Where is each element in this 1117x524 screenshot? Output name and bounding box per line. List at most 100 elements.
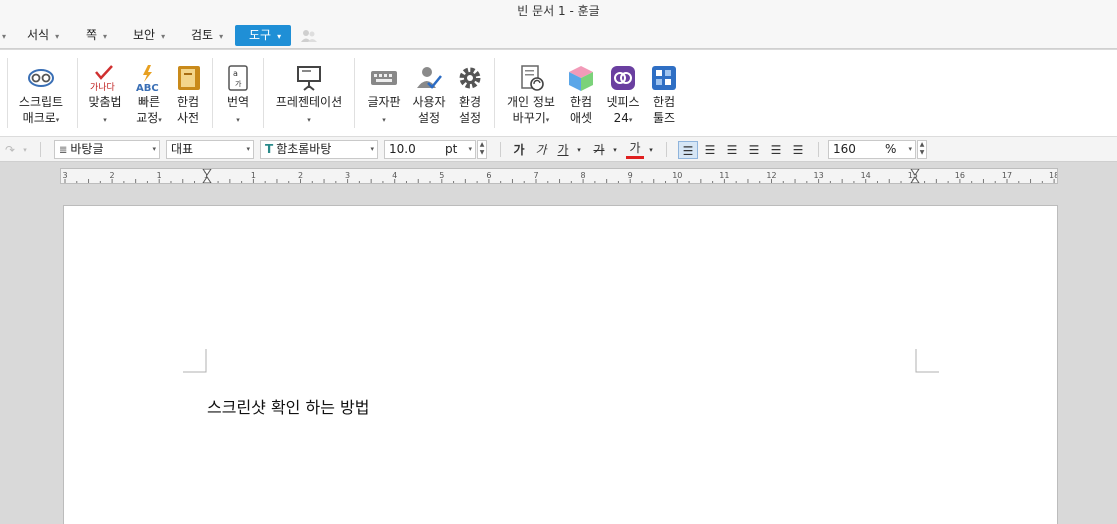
menu-tools[interactable]: 도구 ▾	[235, 25, 291, 46]
hancom-dict-label-2: 사전	[176, 111, 200, 125]
hancom-asset-label-2: 애셋	[569, 111, 593, 125]
font-language-select[interactable]: 대표 ▾	[166, 140, 254, 159]
quick-correct-label-2: 교정	[136, 111, 159, 125]
ruler-label: 7	[533, 171, 538, 180]
keyboard-icon	[371, 71, 397, 85]
ribbon-divider	[494, 58, 495, 128]
chevron-down-icon: ▾	[468, 145, 472, 153]
align-center-icon[interactable]: ☰	[722, 141, 742, 159]
hancom-tools-button[interactable]: 한컴 툴즈	[646, 50, 682, 135]
style-icon: ≣	[59, 145, 68, 156]
title-bar: 빈 문서 1 - 훈글	[0, 0, 1117, 22]
people-icon[interactable]	[301, 29, 317, 43]
align-justify-icon[interactable]: ☰	[678, 141, 698, 159]
translate-button[interactable]: a 가 번역 ▾	[218, 50, 258, 135]
lightning-icon: ABC	[136, 65, 159, 92]
svg-text:ABC: ABC	[136, 83, 159, 92]
menu-tools-label: 도구	[249, 28, 272, 42]
font-size-field[interactable]: 10.0 pt ▾	[384, 140, 476, 159]
ruler-label: 8	[581, 171, 586, 180]
font-size-unit: pt	[445, 142, 458, 156]
hancom-dict-button[interactable]: 한컴 사전	[170, 50, 206, 135]
chevron-down-icon: ▾	[219, 32, 224, 41]
chevron-down-icon: ▾	[246, 145, 250, 153]
ruler-label: 11	[719, 171, 729, 180]
underline-button[interactable]: 가	[554, 141, 572, 159]
menu-review[interactable]: 검토 ▾	[187, 25, 227, 46]
hancom-tools-icon	[652, 66, 676, 90]
presentation-icon	[297, 66, 321, 91]
align-left-icon[interactable]: ☰	[700, 141, 720, 159]
ribbon-divider	[77, 58, 78, 128]
ruler-label: 3	[62, 171, 67, 180]
gear-icon	[459, 67, 481, 89]
underline-dropdown-icon[interactable]: ▾	[574, 141, 584, 159]
align-divide-icon[interactable]: ☰	[788, 141, 808, 159]
privacy-label-2: 바꾸기	[512, 111, 546, 125]
quick-correct-label: 빠른	[137, 95, 161, 109]
script-macro-button[interactable]: 스크립트 매크로▾	[14, 50, 68, 135]
asset-cube-icon	[569, 66, 593, 91]
italic-button[interactable]: 가	[532, 141, 550, 159]
user-settings-button[interactable]: 사용자 설정	[409, 50, 449, 135]
env-settings-label: 환경	[458, 95, 482, 109]
margin-guide-top-left	[183, 349, 207, 373]
menu-format-label: 서식	[27, 28, 50, 42]
hancom-asset-button[interactable]: 한컴애셋	[563, 50, 599, 135]
chevron-down-icon: ▾	[161, 32, 166, 41]
privacy-button[interactable]: 개인 정보 바꾸기▾	[502, 50, 560, 135]
spelling-label: 맞춤법	[88, 95, 122, 109]
strikethrough-dropdown-icon[interactable]: ▾	[610, 141, 620, 159]
ruler-label: 1	[251, 171, 256, 180]
menu-review-label: 검토	[191, 28, 214, 42]
text-color-dropdown-icon[interactable]: ▾	[646, 141, 656, 159]
env-settings-label-2: 설정	[458, 111, 482, 125]
redo-dropdown-icon[interactable]: ▾	[20, 141, 30, 159]
menu-security[interactable]: 보안 ▾	[129, 25, 169, 46]
netffice-label-2: 24	[613, 111, 629, 125]
menu-page[interactable]: 쪽 ▾	[82, 25, 111, 46]
menu-format[interactable]: 서식 ▾	[23, 25, 63, 46]
redo-icon[interactable]: ↷	[2, 141, 18, 159]
ruler-label: 18	[1049, 171, 1057, 180]
dictionary-icon	[178, 66, 200, 90]
align-distribute-icon[interactable]: ☰	[766, 141, 786, 159]
quick-correct-button[interactable]: ABC 빠른 교정▾	[130, 50, 168, 135]
presentation-button[interactable]: 프레젠테이션 ▾	[270, 50, 348, 135]
keyboard-button[interactable]: 글자판 ▾	[364, 50, 404, 135]
hancom-tools-label: 한컴	[652, 95, 676, 109]
format-toolbar: ↷ ▾ ≣ 바탕글 ▾ 대표 ▾ T 함초롬바탕 ▾ 10.0 pt ▾ ▲ ▼ 가 …	[0, 137, 1117, 162]
font-size-stepper[interactable]: ▲ ▼	[477, 140, 487, 159]
ribbon: 스크립트 매크로▾ 가나다 맞춤법 ▾ ABC 빠른 교정▾ 한컴 사전 a 가…	[0, 50, 1117, 137]
text-color-button[interactable]: 가	[626, 141, 644, 159]
toolbar-divider	[40, 142, 41, 157]
netffice-button[interactable]: 넷피스 24▾	[603, 50, 643, 135]
horizontal-ruler[interactable]: 3 2 1 1 1 2 3 4 5 6 7 8 9 10 11 12 13 14 15 16 17 18	[60, 168, 1059, 184]
menu-overflow-arrow[interactable]: ▾	[2, 32, 6, 41]
align-right-icon[interactable]: ☰	[744, 141, 764, 159]
zoom-field[interactable]: 160 % ▾	[828, 140, 916, 159]
bold-button[interactable]: 가	[510, 141, 528, 159]
document-page[interactable]: 스크린샷 확인 하는 방법	[63, 205, 1058, 524]
font-name-select[interactable]: T 함초롬바탕 ▾	[260, 140, 378, 159]
chevron-down-icon: ▾	[152, 145, 156, 153]
spelling-button[interactable]: 가나다 맞춤법 ▾	[84, 50, 126, 135]
style-select[interactable]: ≣ 바탕글 ▾	[54, 140, 160, 159]
document-text[interactable]: 스크린샷 확인 하는 방법	[207, 394, 369, 418]
env-settings-button[interactable]: 환경설정	[452, 50, 488, 135]
chevron-down-icon: ▾	[370, 145, 374, 153]
ruler-label: 6	[486, 171, 491, 180]
strikethrough-button[interactable]: 가	[590, 141, 608, 159]
zoom-stepper[interactable]: ▲ ▼	[917, 140, 927, 159]
translate-icon: a 가	[228, 65, 248, 91]
user-settings-label: 사용자	[412, 95, 446, 109]
chevron-down-icon: ▾	[277, 32, 282, 41]
toolbar-divider	[500, 142, 501, 157]
hancom-asset-label: 한컴	[569, 95, 593, 109]
ruler-scale: 3 2 1 1 1 2 3 4 5 6 7 8 9 10 11 12 13 14 15 16 17 18	[62, 168, 1059, 184]
spell-check-icon: 가나다	[90, 65, 116, 92]
menu-security-label: 보안	[133, 28, 156, 42]
presentation-label: 프레젠테이션	[275, 95, 343, 109]
ruler-label: 2	[298, 171, 303, 180]
privacy-label: 개인 정보	[507, 95, 555, 109]
